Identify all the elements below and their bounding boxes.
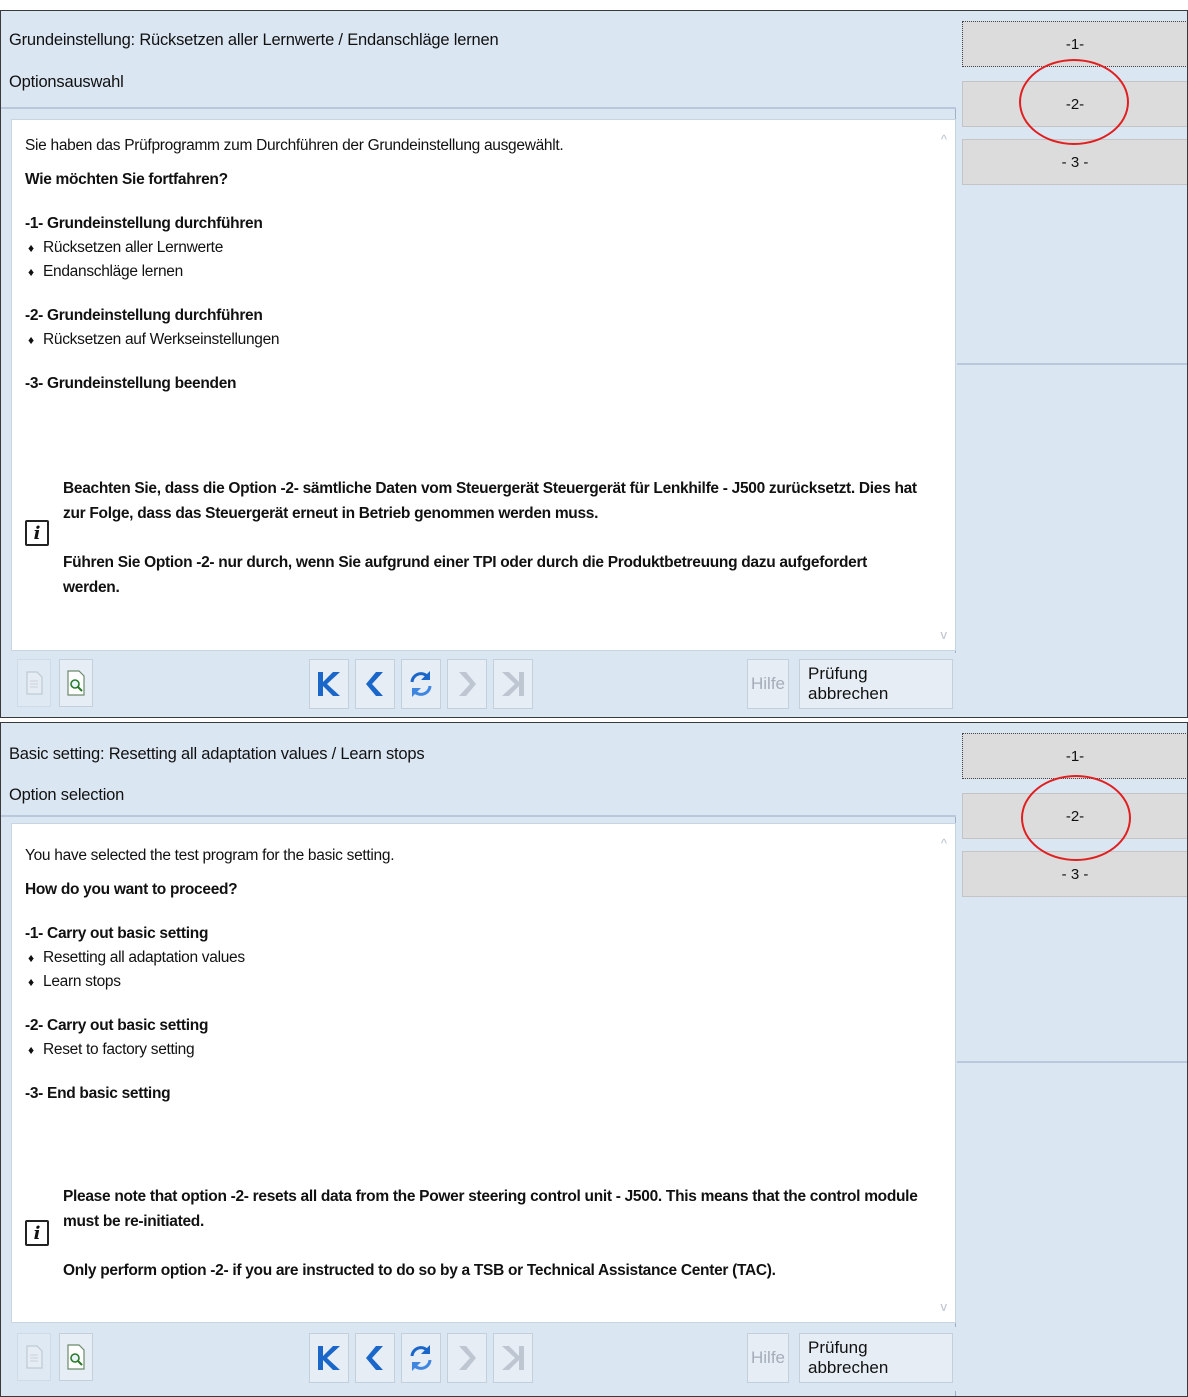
toolbar: Hilfe Prüfung abbrechen bbox=[11, 653, 956, 717]
header: Grundeinstellung: Rücksetzen aller Lernw… bbox=[1, 11, 956, 109]
info-text-2: Führen Sie Option -2- nur durch, wenn Si… bbox=[63, 554, 868, 596]
chevron-left-icon bbox=[366, 672, 383, 696]
option-title: -1- Grundeinstellung durchführen bbox=[25, 215, 263, 232]
previous-button[interactable] bbox=[355, 659, 395, 709]
list-item: ♦ Endanschläge lernen bbox=[25, 260, 925, 284]
option-1-button[interactable]: -1- bbox=[962, 21, 1187, 67]
scroll-down-icon[interactable]: v bbox=[941, 1299, 948, 1314]
option-1-block: -1- Grundeinstellung durchführen ♦ Rückse… bbox=[25, 212, 925, 284]
next-button[interactable] bbox=[447, 659, 487, 709]
option-1-button[interactable]: -1- bbox=[962, 733, 1187, 779]
option-title: -1- Carry out basic setting bbox=[25, 925, 209, 942]
help-button[interactable]: Hilfe bbox=[747, 659, 789, 709]
screen-english: Basic setting: Resetting all adaptation … bbox=[0, 722, 1188, 1397]
intro-text: Sie haben das Prüfprogramm zum Durchführ… bbox=[25, 137, 564, 154]
chevron-left-icon bbox=[366, 1346, 383, 1370]
divider bbox=[957, 363, 1187, 365]
last-page-button[interactable] bbox=[493, 1333, 533, 1383]
header: Basic setting: Resetting all adaptation … bbox=[1, 723, 956, 817]
bullet-icon: ♦ bbox=[28, 333, 34, 347]
screen-german: Grundeinstellung: Rücksetzen aller Lernw… bbox=[0, 10, 1188, 718]
list-item: ♦ Rücksetzen aller Lernwerte bbox=[25, 236, 925, 260]
cancel-test-button[interactable]: Prüfung abbrechen bbox=[799, 659, 953, 709]
first-page-icon bbox=[318, 1346, 340, 1370]
print-preview-button[interactable] bbox=[17, 1333, 51, 1381]
page-title: Basic setting: Resetting all adaptation … bbox=[9, 745, 425, 763]
option-3-block: -3- End basic setting bbox=[25, 1082, 925, 1106]
next-button[interactable] bbox=[447, 1333, 487, 1383]
bullet-icon: ♦ bbox=[28, 265, 34, 279]
previous-button[interactable] bbox=[355, 1333, 395, 1383]
list-item: ♦ Reset to factory setting bbox=[25, 1038, 925, 1062]
cancel-test-button[interactable]: Prüfung abbrechen bbox=[799, 1333, 953, 1383]
info-icon: i bbox=[25, 1220, 49, 1246]
last-page-icon bbox=[502, 672, 524, 696]
scroll-up-icon[interactable]: ^ bbox=[941, 836, 947, 851]
instructions-text: Sie haben das Prüfprogramm zum Durchführ… bbox=[25, 134, 925, 416]
toolbar: Hilfe Prüfung abbrechen bbox=[11, 1327, 956, 1391]
option-3-button[interactable]: - 3 - bbox=[962, 139, 1187, 185]
document-search-icon bbox=[67, 1344, 85, 1370]
help-button[interactable]: Hilfe bbox=[747, 1333, 789, 1383]
option-title: -3- End basic setting bbox=[25, 1085, 171, 1102]
instructions-text: You have selected the test program for t… bbox=[25, 844, 925, 1126]
option-2-button[interactable]: -2- bbox=[962, 793, 1187, 839]
content-panel: ^ v Sie haben das Prüfprogramm zum Durch… bbox=[11, 119, 956, 651]
option-title: -3- Grundeinstellung beenden bbox=[25, 375, 237, 392]
info-text-1: Please note that option -2- resets all d… bbox=[63, 1188, 918, 1230]
divider bbox=[957, 1061, 1187, 1063]
bullet-icon: ♦ bbox=[28, 975, 34, 989]
main-panel: Basic setting: Resetting all adaptation … bbox=[1, 723, 956, 1396]
bullet-icon: ♦ bbox=[28, 241, 34, 255]
first-page-button[interactable] bbox=[309, 659, 349, 709]
option-2-block: -2- Carry out basic setting ♦ Reset to fa… bbox=[25, 1014, 925, 1062]
document-search-button[interactable] bbox=[59, 659, 93, 707]
bullet-icon: ♦ bbox=[28, 951, 34, 965]
intro-text: You have selected the test program for t… bbox=[25, 847, 395, 864]
scroll-down-icon[interactable]: v bbox=[941, 627, 948, 642]
info-text-2: Only perform option -2- if you are instr… bbox=[63, 1262, 776, 1279]
page-subtitle: Optionsauswahl bbox=[9, 73, 124, 91]
document-search-icon bbox=[67, 670, 85, 696]
list-item: ♦ Rücksetzen auf Werkseinstellungen bbox=[25, 328, 925, 352]
info-text-1: Beachten Sie, dass die Option -2- sämtli… bbox=[63, 480, 917, 522]
option-3-block: -3- Grundeinstellung beenden bbox=[25, 372, 925, 396]
scroll-up-icon[interactable]: ^ bbox=[941, 132, 947, 147]
option-side-panel: -1- -2- - 3 - bbox=[957, 723, 1187, 1396]
bullet-icon: ♦ bbox=[28, 1043, 34, 1057]
last-page-button[interactable] bbox=[493, 659, 533, 709]
document-search-button[interactable] bbox=[59, 1333, 93, 1381]
document-icon bbox=[26, 1345, 43, 1369]
refresh-icon bbox=[410, 1345, 432, 1371]
page-title: Grundeinstellung: Rücksetzen aller Lernw… bbox=[9, 31, 499, 49]
option-2-block: -2- Grundeinstellung durchführen ♦ Rückse… bbox=[25, 304, 925, 352]
info-icon: i bbox=[25, 520, 49, 546]
option-2-button[interactable]: -2- bbox=[962, 81, 1187, 127]
page-subtitle: Option selection bbox=[9, 786, 125, 804]
print-preview-button[interactable] bbox=[17, 659, 51, 707]
option-title: -2- Carry out basic setting bbox=[25, 1017, 209, 1034]
first-page-button[interactable] bbox=[309, 1333, 349, 1383]
option-1-block: -1- Carry out basic setting ♦ Resetting a… bbox=[25, 922, 925, 994]
chevron-right-icon bbox=[459, 672, 476, 696]
main-panel: Grundeinstellung: Rücksetzen aller Lernw… bbox=[1, 11, 956, 717]
list-item: ♦ Learn stops bbox=[25, 970, 925, 994]
list-item: ♦ Resetting all adaptation values bbox=[25, 946, 925, 970]
option-3-button[interactable]: - 3 - bbox=[962, 851, 1187, 897]
refresh-button[interactable] bbox=[401, 659, 441, 709]
option-title: -2- Grundeinstellung durchführen bbox=[25, 307, 263, 324]
refresh-button[interactable] bbox=[401, 1333, 441, 1383]
question-text: How do you want to proceed? bbox=[25, 881, 238, 898]
option-side-panel: -1- -2- - 3 - bbox=[957, 11, 1187, 717]
document-icon bbox=[26, 671, 43, 695]
content-panel: ^ v You have selected the test program f… bbox=[11, 823, 956, 1323]
chevron-right-icon bbox=[459, 1346, 476, 1370]
last-page-icon bbox=[502, 1346, 524, 1370]
first-page-icon bbox=[318, 672, 340, 696]
refresh-icon bbox=[410, 671, 432, 697]
question-text: Wie möchten Sie fortfahren? bbox=[25, 171, 228, 188]
